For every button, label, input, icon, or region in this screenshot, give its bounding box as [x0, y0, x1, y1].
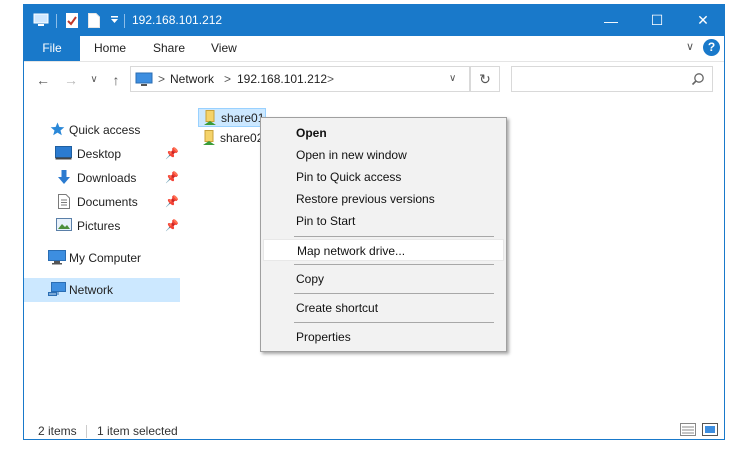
tab-file[interactable]: File: [24, 36, 80, 61]
pin-icon: 📌: [165, 196, 179, 208]
large-icons-view-icon[interactable]: [702, 423, 718, 439]
customize-dropdown-icon[interactable]: [108, 12, 120, 28]
menu-item-label: Pin to Quick access: [296, 170, 402, 184]
back-button[interactable]: ←: [34, 71, 52, 89]
nav-item-label: Downloads: [77, 171, 137, 185]
status-item-count: 2 items: [38, 424, 77, 438]
file-item-share02[interactable]: share02: [198, 129, 266, 148]
file-item-share01[interactable]: share01: [198, 108, 266, 127]
menu-item-label: Copy: [296, 272, 325, 286]
desktop-icon: [55, 146, 72, 163]
breadcrumb-separator: >: [224, 72, 232, 86]
breadcrumb-network[interactable]: Network: [170, 72, 214, 86]
close-button[interactable]: ✕: [680, 5, 726, 36]
nav-item-label: Pictures: [77, 219, 121, 233]
file-name: share02: [220, 131, 264, 145]
ribbon: File Home Share View ∨ ?: [24, 36, 724, 62]
nav-network[interactable]: Network: [24, 278, 180, 302]
breadcrumb-host[interactable]: 192.168.101.212: [237, 72, 327, 86]
file-name: share01: [221, 111, 265, 125]
ribbon-expand-chevron-icon[interactable]: ∨: [686, 40, 694, 53]
menu-item-pin-quick-access[interactable]: Pin to Quick access: [263, 166, 504, 188]
computer-icon[interactable]: [32, 12, 50, 28]
refresh-button[interactable]: ↻: [470, 66, 500, 92]
menu-item-pin-start[interactable]: Pin to Start: [263, 210, 504, 232]
nav-item-downloads[interactable]: Downloads 📌: [24, 166, 180, 190]
breadcrumb-separator: >: [327, 72, 335, 86]
minimize-button[interactable]: —: [588, 5, 634, 36]
network-icon: [48, 282, 66, 300]
up-button[interactable]: ↑: [108, 71, 124, 89]
nav-item-documents[interactable]: Documents 📌: [24, 190, 180, 214]
menu-item-label: Map network drive...: [297, 244, 406, 258]
documents-icon: [57, 194, 71, 212]
menu-item-label: Properties: [296, 330, 351, 344]
shared-folder-icon: [203, 110, 217, 129]
nav-my-computer[interactable]: My Computer: [24, 246, 180, 270]
status-selection: 1 item selected: [97, 424, 178, 438]
tab-home[interactable]: Home: [94, 36, 126, 61]
menu-item-open[interactable]: Open: [263, 122, 504, 144]
window-title: 192.168.101.212: [132, 13, 223, 27]
menu-item-open-new-window[interactable]: Open in new window: [263, 144, 504, 166]
menu-separator: [294, 264, 494, 265]
recent-locations-chevron-icon[interactable]: ∨: [88, 71, 100, 89]
pin-icon: 📌: [165, 172, 179, 184]
help-icon[interactable]: ?: [703, 39, 720, 56]
menu-separator: [294, 293, 494, 294]
menu-separator: [294, 322, 494, 323]
nav-item-label: Documents: [77, 195, 138, 209]
pin-icon: 📌: [165, 220, 179, 232]
nav-item-pictures[interactable]: Pictures 📌: [24, 214, 180, 238]
title-divider: [124, 14, 125, 28]
menu-item-properties[interactable]: Properties: [263, 326, 504, 348]
menu-separator: [294, 236, 494, 237]
status-divider: [86, 425, 87, 438]
star-icon: [50, 122, 65, 139]
tab-view[interactable]: View: [211, 36, 237, 61]
shared-folder-icon: [202, 130, 216, 149]
details-view-icon[interactable]: [680, 423, 696, 439]
nav-quick-access-label: Quick access: [69, 123, 141, 137]
properties-check-icon[interactable]: [64, 12, 80, 28]
menu-item-label: Restore previous versions: [296, 192, 435, 206]
menu-item-label: Open in new window: [296, 148, 407, 162]
address-bar[interactable]: > Network > 192.168.101.212 > ∨: [130, 66, 470, 92]
breadcrumb-separator: >: [158, 72, 166, 86]
title-bar: 192.168.101.212 — ☐ ✕: [24, 5, 724, 36]
downloads-icon: [57, 170, 71, 188]
maximize-button[interactable]: ☐: [634, 5, 680, 36]
menu-item-map-network-drive[interactable]: Map network drive...: [263, 239, 504, 261]
nav-my-computer-label: My Computer: [69, 251, 142, 265]
menu-item-copy[interactable]: Copy: [263, 268, 504, 290]
address-dropdown-icon[interactable]: ∨: [449, 73, 456, 84]
menu-item-label: Create shortcut: [296, 301, 379, 315]
nav-network-label: Network: [69, 283, 114, 297]
nav-quick-access[interactable]: Quick access: [24, 118, 180, 142]
network-location-icon: [135, 72, 153, 90]
nav-item-label: Desktop: [77, 147, 122, 161]
menu-item-create-shortcut[interactable]: Create shortcut: [263, 297, 504, 319]
nav-item-desktop[interactable]: Desktop 📌: [24, 142, 180, 166]
menu-item-label: Open: [296, 126, 327, 140]
pin-icon: 📌: [165, 148, 179, 160]
menu-item-label: Pin to Start: [296, 214, 356, 228]
my-computer-icon: [48, 250, 66, 268]
search-box[interactable]: [511, 66, 713, 92]
toolbar-divider: [56, 14, 57, 28]
forward-button[interactable]: →: [62, 71, 80, 89]
new-folder-icon[interactable]: [86, 12, 102, 28]
pictures-icon: [56, 218, 72, 235]
menu-item-restore-versions[interactable]: Restore previous versions: [263, 188, 504, 210]
search-icon: [691, 72, 705, 89]
context-menu: Open Open in new window Pin to Quick acc…: [260, 117, 507, 352]
tab-share[interactable]: Share: [153, 36, 185, 61]
